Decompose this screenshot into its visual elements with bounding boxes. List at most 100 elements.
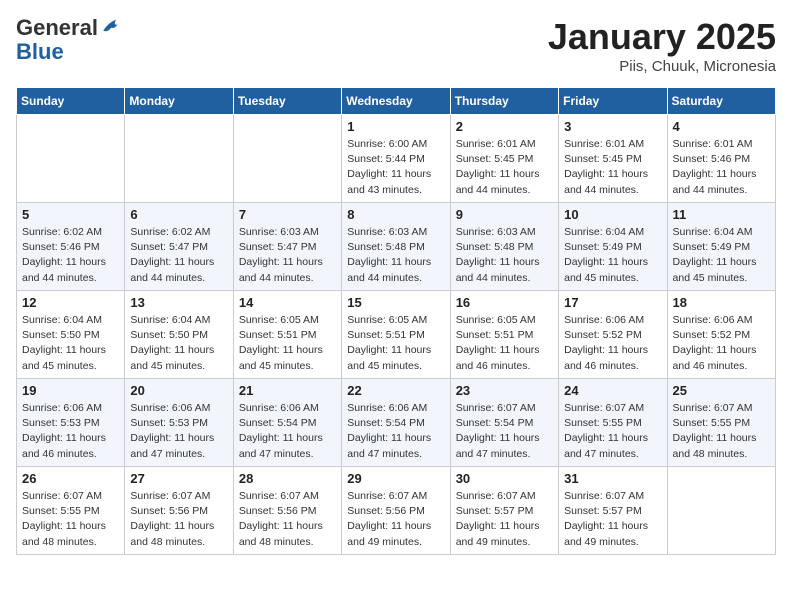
calendar-cell — [17, 115, 125, 203]
calendar-cell — [233, 115, 341, 203]
day-number: 17 — [564, 295, 661, 310]
calendar-cell — [667, 467, 775, 555]
day-info: Sunrise: 6:02 AM Sunset: 5:46 PM Dayligh… — [22, 225, 119, 286]
day-number: 16 — [456, 295, 553, 310]
day-number: 26 — [22, 471, 119, 486]
title-block: January 2025 Piis, Chuuk, Micronesia — [548, 16, 776, 75]
day-number: 1 — [347, 119, 444, 134]
day-info: Sunrise: 6:01 AM Sunset: 5:45 PM Dayligh… — [564, 137, 661, 198]
calendar-cell: 27Sunrise: 6:07 AM Sunset: 5:56 PM Dayli… — [125, 467, 233, 555]
header-day-monday: Monday — [125, 88, 233, 115]
day-number: 4 — [673, 119, 770, 134]
logo-general-text: General — [16, 16, 98, 40]
day-info: Sunrise: 6:01 AM Sunset: 5:45 PM Dayligh… — [456, 137, 553, 198]
location-subtitle: Piis, Chuuk, Micronesia — [548, 58, 776, 75]
day-info: Sunrise: 6:06 AM Sunset: 5:52 PM Dayligh… — [673, 313, 770, 374]
day-info: Sunrise: 6:06 AM Sunset: 5:52 PM Dayligh… — [564, 313, 661, 374]
calendar-cell: 15 Sunrise: 6:05 AM Sunset: 5:51 PM Dayli… — [342, 291, 450, 379]
calendar-cell: 26 Sunrise: 6:07 AM Sunset: 5:55 PM Dayli… — [17, 467, 125, 555]
day-info: Sunrise: 6:07 AM Sunset: 5:55 PM Dayligh… — [22, 489, 119, 550]
header-day-friday: Friday — [559, 88, 667, 115]
day-info: Sunrise: 6:03 AM Sunset: 5:48 PM Dayligh… — [456, 225, 553, 286]
logo-blue-text: Blue — [16, 39, 64, 64]
header-row: SundayMondayTuesdayWednesdayThursdayFrid… — [17, 88, 776, 115]
calendar-cell: 31Sunrise: 6:07 AM Sunset: 5:57 PM Dayli… — [559, 467, 667, 555]
week-row-5: 26 Sunrise: 6:07 AM Sunset: 5:55 PM Dayli… — [17, 467, 776, 555]
day-number: 31 — [564, 471, 661, 486]
calendar-cell: 21Sunrise: 6:06 AM Sunset: 5:54 PM Dayli… — [233, 379, 341, 467]
header-day-sunday: Sunday — [17, 88, 125, 115]
day-number: 7 — [239, 207, 336, 222]
day-info: Sunrise: 6:07 AM Sunset: 5:54 PM Dayligh… — [456, 401, 553, 462]
day-info: Sunrise: 6:04 AM Sunset: 5:49 PM Dayligh… — [673, 225, 770, 286]
day-info: Sunrise: 6:06 AM Sunset: 5:53 PM Dayligh… — [22, 401, 119, 462]
calendar-cell: 8 Sunrise: 6:03 AM Sunset: 5:48 PM Daylig… — [342, 203, 450, 291]
calendar-cell: 29Sunrise: 6:07 AM Sunset: 5:56 PM Dayli… — [342, 467, 450, 555]
calendar-cell: 23 Sunrise: 6:07 AM Sunset: 5:54 PM Dayli… — [450, 379, 558, 467]
calendar-cell: 12 Sunrise: 6:04 AM Sunset: 5:50 PM Dayli… — [17, 291, 125, 379]
day-info: Sunrise: 6:01 AM Sunset: 5:46 PM Dayligh… — [673, 137, 770, 198]
week-row-3: 12 Sunrise: 6:04 AM Sunset: 5:50 PM Dayli… — [17, 291, 776, 379]
day-info: Sunrise: 6:04 AM Sunset: 5:49 PM Dayligh… — [564, 225, 661, 286]
day-number: 12 — [22, 295, 119, 310]
day-number: 18 — [673, 295, 770, 310]
page-header: General Blue January 2025 Piis, Chuuk, M… — [16, 16, 776, 75]
calendar-cell: 25 Sunrise: 6:07 AM Sunset: 5:55 PM Dayli… — [667, 379, 775, 467]
day-number: 19 — [22, 383, 119, 398]
day-number: 28 — [239, 471, 336, 486]
day-number: 29 — [347, 471, 444, 486]
day-number: 14 — [239, 295, 336, 310]
calendar-cell: 3 Sunrise: 6:01 AM Sunset: 5:45 PM Daylig… — [559, 115, 667, 203]
day-number: 9 — [456, 207, 553, 222]
day-info: Sunrise: 6:07 AM Sunset: 5:55 PM Dayligh… — [564, 401, 661, 462]
day-info: Sunrise: 6:02 AM Sunset: 5:47 PM Dayligh… — [130, 225, 227, 286]
day-number: 3 — [564, 119, 661, 134]
calendar-cell: 10 Sunrise: 6:04 AM Sunset: 5:49 PM Dayli… — [559, 203, 667, 291]
calendar-table: SundayMondayTuesdayWednesdayThursdayFrid… — [16, 87, 776, 555]
calendar-cell: 1 Sunrise: 6:00 AM Sunset: 5:44 PM Daylig… — [342, 115, 450, 203]
day-info: Sunrise: 6:07 AM Sunset: 5:56 PM Dayligh… — [239, 489, 336, 550]
week-row-1: 1 Sunrise: 6:00 AM Sunset: 5:44 PM Daylig… — [17, 115, 776, 203]
day-number: 8 — [347, 207, 444, 222]
calendar-cell: 28 Sunrise: 6:07 AM Sunset: 5:56 PM Dayli… — [233, 467, 341, 555]
day-number: 10 — [564, 207, 661, 222]
week-row-4: 19 Sunrise: 6:06 AM Sunset: 5:53 PM Dayli… — [17, 379, 776, 467]
day-number: 22 — [347, 383, 444, 398]
day-number: 15 — [347, 295, 444, 310]
calendar-cell: 5 Sunrise: 6:02 AM Sunset: 5:46 PM Daylig… — [17, 203, 125, 291]
calendar-cell: 18 Sunrise: 6:06 AM Sunset: 5:52 PM Dayli… — [667, 291, 775, 379]
day-info: Sunrise: 6:07 AM Sunset: 5:55 PM Dayligh… — [673, 401, 770, 462]
calendar-cell: 24 Sunrise: 6:07 AM Sunset: 5:55 PM Dayli… — [559, 379, 667, 467]
day-info: Sunrise: 6:05 AM Sunset: 5:51 PM Dayligh… — [347, 313, 444, 374]
header-day-thursday: Thursday — [450, 88, 558, 115]
header-day-saturday: Saturday — [667, 88, 775, 115]
day-number: 2 — [456, 119, 553, 134]
day-number: 6 — [130, 207, 227, 222]
day-info: Sunrise: 6:03 AM Sunset: 5:47 PM Dayligh… — [239, 225, 336, 286]
day-number: 25 — [673, 383, 770, 398]
day-info: Sunrise: 6:03 AM Sunset: 5:48 PM Dayligh… — [347, 225, 444, 286]
calendar-cell: 19 Sunrise: 6:06 AM Sunset: 5:53 PM Dayli… — [17, 379, 125, 467]
day-info: Sunrise: 6:04 AM Sunset: 5:50 PM Dayligh… — [130, 313, 227, 374]
day-number: 24 — [564, 383, 661, 398]
calendar-cell — [125, 115, 233, 203]
calendar-cell: 30Sunrise: 6:07 AM Sunset: 5:57 PM Dayli… — [450, 467, 558, 555]
day-info: Sunrise: 6:06 AM Sunset: 5:54 PM Dayligh… — [347, 401, 444, 462]
day-number: 30 — [456, 471, 553, 486]
calendar-cell: 7 Sunrise: 6:03 AM Sunset: 5:47 PM Daylig… — [233, 203, 341, 291]
calendar-cell: 22 Sunrise: 6:06 AM Sunset: 5:54 PM Dayli… — [342, 379, 450, 467]
calendar-cell: 9 Sunrise: 6:03 AM Sunset: 5:48 PM Daylig… — [450, 203, 558, 291]
logo-bird-icon — [100, 14, 124, 38]
day-number: 11 — [673, 207, 770, 222]
calendar-cell: 11 Sunrise: 6:04 AM Sunset: 5:49 PM Dayli… — [667, 203, 775, 291]
day-number: 5 — [22, 207, 119, 222]
month-title: January 2025 — [548, 16, 776, 58]
day-number: 21 — [239, 383, 336, 398]
calendar-cell: 4 Sunrise: 6:01 AM Sunset: 5:46 PM Daylig… — [667, 115, 775, 203]
day-info: Sunrise: 6:05 AM Sunset: 5:51 PM Dayligh… — [239, 313, 336, 374]
day-info: Sunrise: 6:04 AM Sunset: 5:50 PM Dayligh… — [22, 313, 119, 374]
day-info: Sunrise: 6:07 AM Sunset: 5:56 PM Dayligh… — [130, 489, 227, 550]
day-number: 23 — [456, 383, 553, 398]
day-info: Sunrise: 6:00 AM Sunset: 5:44 PM Dayligh… — [347, 137, 444, 198]
calendar-cell: 17 Sunrise: 6:06 AM Sunset: 5:52 PM Dayli… — [559, 291, 667, 379]
